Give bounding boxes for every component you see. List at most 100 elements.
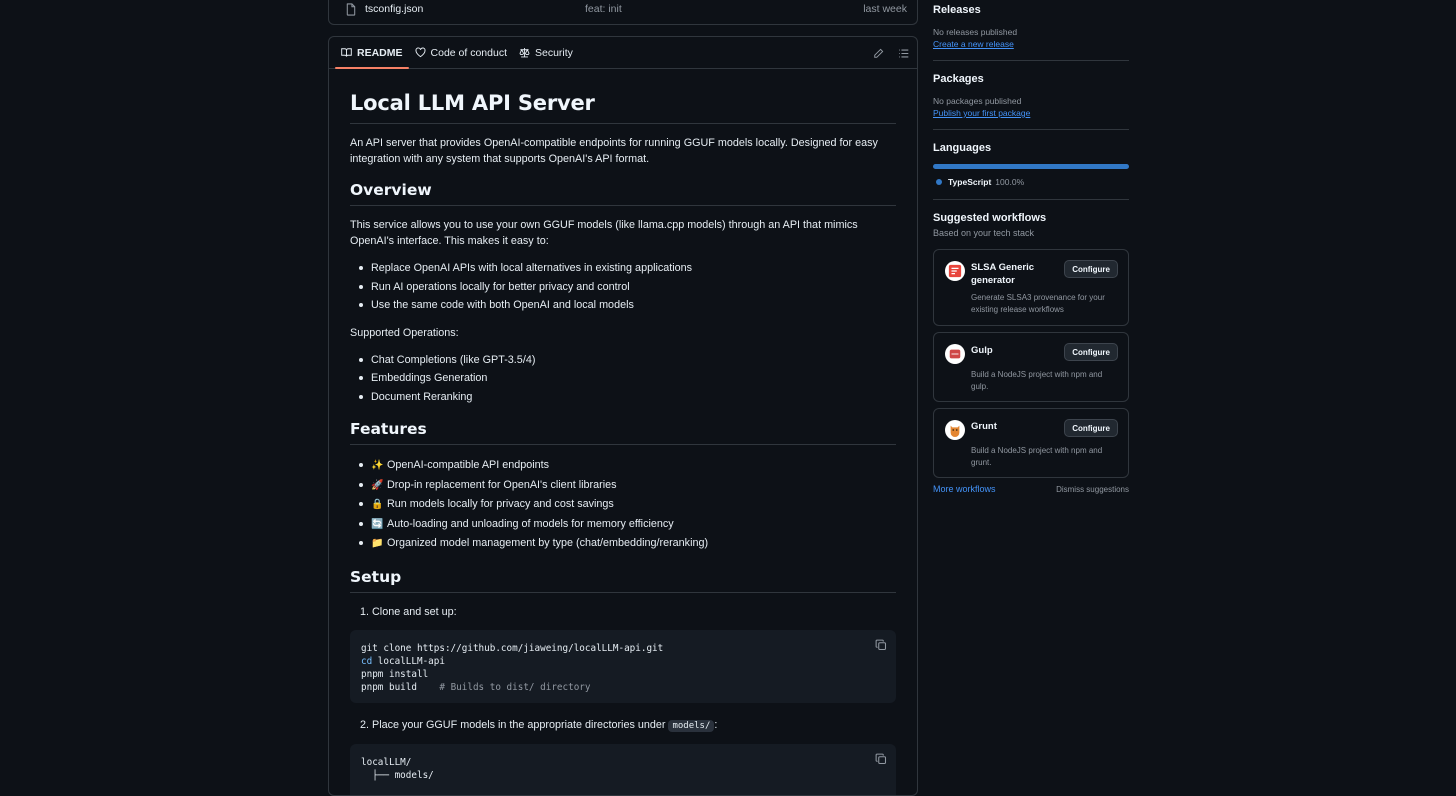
workflow-card-grunt: Grunt Build a NodeJS project with npm an… [933,408,1129,478]
releases-heading[interactable]: Releases [933,4,1129,16]
supported-label: Supported Operations: [350,325,896,341]
feature-text: Auto-loading and unloading of models for… [387,518,674,530]
heading-overview: Overview [350,181,896,206]
languages-heading: Languages [933,142,1129,154]
code-line: pnpm install [361,668,885,681]
refresh-icon: 🔄 [371,516,383,535]
code-line: pnpm build # Builds to dist/ directory [361,681,885,694]
inline-code-models: models/ [668,720,714,732]
more-workflows-link[interactable]: More workflows [933,484,996,494]
heart-icon [415,47,426,58]
code-line: cd localLLM-api [361,655,885,668]
workflow-title: Grunt [971,420,1061,433]
list-item: Run AI operations locally for better pri… [359,278,896,297]
law-icon [519,47,530,58]
list-item: 📁 Organized model management by type (cha… [359,534,896,554]
workflow-card-slsa: SLSA Generic generator Generate SLSA3 pr… [933,249,1129,326]
list-item: Replace OpenAI APIs with local alternati… [359,259,896,278]
tab-security-label: Security [535,47,573,59]
configure-button[interactable]: Configure [1064,343,1118,361]
configure-button[interactable]: Configure [1064,260,1118,278]
features-list: ✨ OpenAI-compatible API endpoints 🚀 Drop-i… [350,456,896,554]
code-comment: # Builds to dist/ directory [439,682,590,693]
workflow-title: SLSA Generic generator [971,261,1061,287]
list-item: 🚀 Drop-in replacement for OpenAI's client… [359,476,896,496]
readme-intro: An API server that provides OpenAI-compa… [350,135,896,167]
overview-list: Replace OpenAI APIs with local alternati… [350,259,896,315]
list-item: Chat Completions (like GPT-3.5/4) [359,351,896,370]
copy-icon[interactable] [875,753,887,765]
workflow-title: Gulp [971,344,1061,357]
readme-tabs: README Code of conduct Security [329,37,917,69]
workflow-card-gulp: Gulp Build a NodeJS project with npm and… [933,332,1129,402]
file-row-tsconfig[interactable]: tsconfig.json feat: init last week [328,0,918,25]
setup-step-2-suffix: : [714,719,717,731]
tab-code-of-conduct-label: Code of conduct [431,47,507,59]
code-block-tree: localLLM/ ├── models/ [350,744,896,796]
rocket-icon: 🚀 [371,477,383,496]
workflows-subheading: Based on your tech stack [933,227,1129,239]
code-text: localLLM-api [372,656,445,667]
packages-heading[interactable]: Packages [933,73,1129,85]
configure-button[interactable]: Configure [1064,419,1118,437]
feature-text: OpenAI-compatible API endpoints [387,459,549,471]
no-packages-text: No packages published [933,95,1129,107]
language-percent: 100.0% [995,177,1024,187]
tab-code-of-conduct[interactable]: Code of conduct [409,37,513,68]
language-bar [933,164,1129,169]
setup-step-2-text: 2. Place your GGUF models in the appropr… [360,719,665,731]
publish-package-link[interactable]: Publish your first package [933,108,1030,118]
commit-time: last week [863,3,907,15]
dismiss-suggestions-button[interactable]: Dismiss suggestions [1056,485,1129,494]
tab-readme-label: README [357,47,403,59]
language-color-dot [936,179,942,185]
lock-icon: 🔒 [371,496,383,515]
feature-text: Drop-in replacement for OpenAI's client … [387,479,617,491]
language-name: TypeScript [948,177,991,187]
tab-readme[interactable]: README [335,37,409,68]
feature-text: Organized model management by type (chat… [387,537,708,549]
book-icon [341,47,352,58]
releases-section: Releases No releases published Create a … [933,0,1129,61]
setup-steps: 1. Clone and set up: [350,604,896,620]
languages-section: Languages TypeScript 100.0% [933,142,1129,200]
workflow-desc: Generate SLSA3 provenance for your exist… [971,292,1111,315]
code-block-clone: git clone https://github.com/jiaweing/lo… [350,630,896,703]
feature-text: Run models locally for privacy and cost … [387,498,614,510]
setup-steps-cont: 2. Place your GGUF models in the appropr… [350,717,896,734]
language-item[interactable]: TypeScript 100.0% [933,177,1129,187]
readme-panel: README Code of conduct Security Local LL… [328,36,918,796]
readme-title: Local LLM API Server [350,91,896,124]
workflows-section: Suggested workflows Based on your tech s… [933,212,1129,494]
sidebar: Releases No releases published Create a … [933,0,1129,494]
sparkles-icon: ✨ [371,457,383,476]
copy-icon[interactable] [875,639,887,651]
workflows-footer: More workflows Dismiss suggestions [933,484,1129,494]
heading-setup: Setup [350,568,896,593]
create-release-link[interactable]: Create a new release [933,39,1014,49]
slsa-logo-icon [945,261,965,281]
code-line: ├── models/ [361,769,885,782]
code-text: pnpm build [361,682,417,693]
overview-text: This service allows you to use your own … [350,217,896,249]
readme-content: Local LLM API Server An API server that … [329,69,917,796]
list-item: Embeddings Generation [359,369,896,388]
heading-features: Features [350,420,896,445]
grunt-logo-icon [945,420,965,440]
list-outline-icon[interactable] [898,48,909,59]
gulp-logo-icon [945,344,965,364]
pencil-icon[interactable] [873,48,884,59]
code-line: git clone https://github.com/jiaweing/lo… [361,642,885,655]
workflow-desc: Build a NodeJS project with npm and grun… [971,445,1111,468]
tab-security[interactable]: Security [513,37,579,68]
supported-list: Chat Completions (like GPT-3.5/4) Embedd… [350,351,896,407]
folder-icon: 📁 [371,535,383,554]
commit-message-link[interactable]: feat: init [585,3,863,15]
workflow-desc: Build a NodeJS project with npm and gulp… [971,369,1111,392]
file-name-link[interactable]: tsconfig.json [365,3,585,15]
list-item: ✨ OpenAI-compatible API endpoints [359,456,896,476]
code-line: localLLM/ [361,756,885,769]
list-item: Use the same code with both OpenAI and l… [359,296,896,315]
setup-step-1: 1. Clone and set up: [360,604,896,620]
code-keyword: cd [361,656,372,667]
